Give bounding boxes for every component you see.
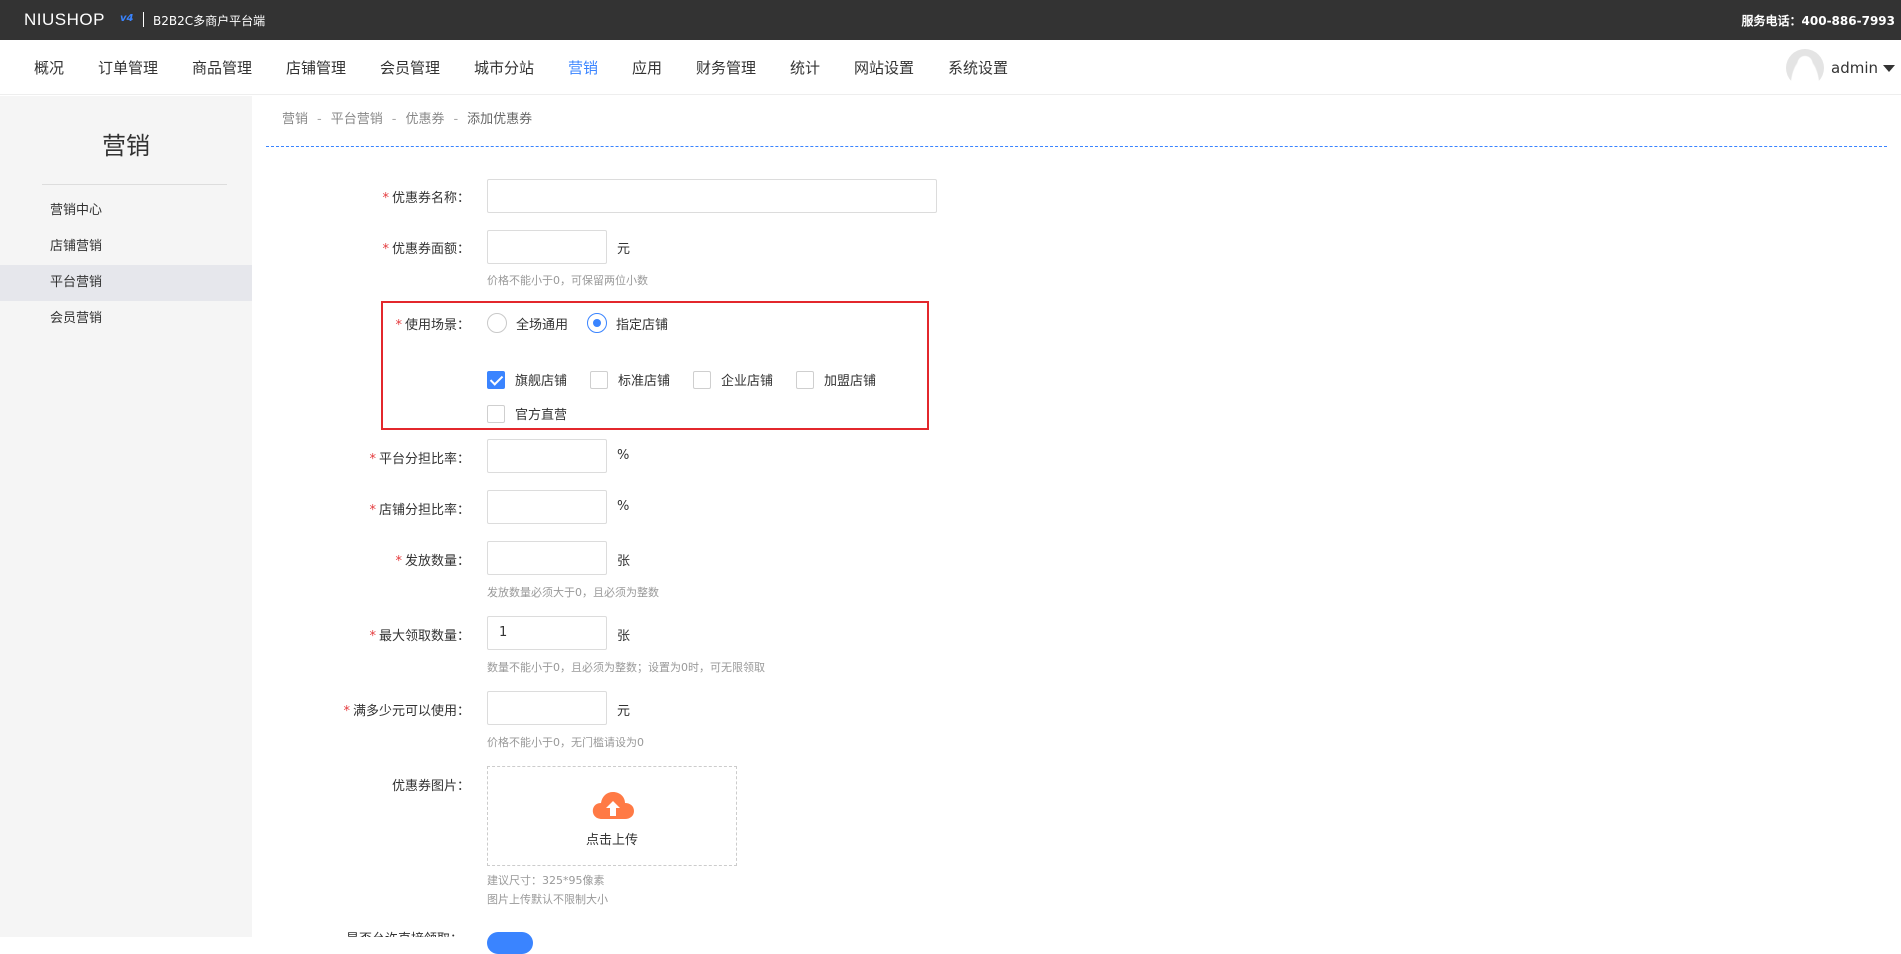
face-value-hint: 价格不能小于0，可保留两位小数 bbox=[487, 274, 648, 287]
min-spend-hint: 价格不能小于0，无门槛请设为0 bbox=[487, 736, 644, 749]
issue-count-hint: 发放数量必须大于0，且必须为整数 bbox=[487, 586, 659, 599]
header-divider bbox=[266, 146, 1887, 147]
min-spend-label: * 满多少元可以使用： bbox=[343, 704, 470, 719]
min-spend-input[interactable] bbox=[487, 691, 607, 725]
store-share-label: * 店铺分担比率： bbox=[369, 503, 470, 518]
checkbox-official-direct[interactable]: 官方直营 bbox=[487, 404, 567, 423]
cloud-upload-icon bbox=[592, 792, 634, 819]
checkbox-icon[interactable] bbox=[487, 404, 505, 423]
scene-label: * 使用场景： bbox=[395, 318, 470, 333]
issue-count-unit: 张 bbox=[617, 554, 631, 569]
image-upload-area[interactable]: 点击上传 bbox=[487, 766, 737, 866]
max-claim-label: * 最大领取数量： bbox=[369, 629, 470, 644]
user-menu[interactable]: admin bbox=[1786, 49, 1895, 87]
direct-claim-label: 是否允许直接领取： bbox=[346, 928, 463, 937]
sidebar-title: 营销 bbox=[102, 132, 150, 160]
logo[interactable]: NIUSHOP bbox=[24, 10, 105, 30]
main-nav: 概况 订单管理 商品管理 店铺管理 会员管理 城市分站 营销 应用 财务管理 统… bbox=[0, 40, 1901, 95]
nav-item-orders[interactable]: 订单管理 bbox=[98, 57, 158, 78]
nav-item-site-settings[interactable]: 网站设置 bbox=[854, 57, 914, 78]
nav-item-stats[interactable]: 统计 bbox=[790, 57, 820, 78]
image-limit-hint: 图片上传默认不限制大小 bbox=[487, 893, 608, 906]
radio-selected-icon[interactable] bbox=[587, 313, 607, 333]
platform-name: B2B2C多商户平台端 bbox=[153, 14, 266, 28]
upload-text: 点击上传 bbox=[585, 833, 638, 848]
avatar[interactable] bbox=[1786, 49, 1824, 87]
checkbox-checked-icon[interactable] bbox=[487, 370, 505, 389]
platform-share-unit: % bbox=[617, 448, 630, 463]
breadcrumb-item[interactable]: 营销 bbox=[282, 112, 308, 127]
direct-claim-toggle[interactable] bbox=[487, 932, 533, 954]
logo-divider bbox=[143, 12, 144, 27]
issue-count-label: * 发放数量： bbox=[395, 554, 470, 569]
nav-item-finance[interactable]: 财务管理 bbox=[696, 57, 756, 78]
nav-item-goods[interactable]: 商品管理 bbox=[192, 57, 252, 78]
face-value-unit: 元 bbox=[617, 242, 631, 257]
breadcrumb: 营销 - 平台营销 - 优惠券 - 添加优惠券 bbox=[282, 112, 533, 127]
checkbox-icon[interactable] bbox=[693, 370, 711, 389]
max-claim-unit: 张 bbox=[617, 629, 631, 644]
service-hotline: 服务电话：400-886-7993 bbox=[1741, 14, 1895, 28]
sidebar-item-platform-marketing[interactable]: 平台营销 bbox=[0, 265, 252, 301]
radio-specific-stores[interactable]: 指定店铺 bbox=[587, 313, 668, 333]
nav-item-members[interactable]: 会员管理 bbox=[380, 57, 440, 78]
checkbox-enterprise-store[interactable]: 企业店铺 bbox=[693, 370, 773, 389]
coupon-name-input[interactable] bbox=[487, 179, 937, 213]
radio-icon[interactable] bbox=[487, 313, 507, 333]
checkbox-flagship-store[interactable]: 旗舰店铺 bbox=[487, 370, 567, 389]
platform-share-input[interactable] bbox=[487, 439, 607, 473]
store-share-input[interactable] bbox=[487, 490, 607, 524]
nav-item-city-stations[interactable]: 城市分站 bbox=[474, 57, 534, 78]
nav-item-overview[interactable]: 概况 bbox=[34, 57, 64, 78]
face-value-label: * 优惠券面额： bbox=[382, 242, 470, 257]
user-name[interactable]: admin bbox=[1831, 59, 1878, 77]
nav-item-marketing[interactable]: 营销 bbox=[568, 57, 598, 78]
max-claim-hint: 数量不能小于0，且必须为整数；设置为0时，可无限领取 bbox=[487, 661, 765, 674]
breadcrumb-item[interactable]: 优惠券 bbox=[405, 112, 444, 127]
platform-share-label: * 平台分担比率： bbox=[369, 452, 470, 467]
store-share-unit: % bbox=[617, 499, 630, 514]
breadcrumb-current: 添加优惠券 bbox=[467, 112, 533, 127]
min-spend-unit: 元 bbox=[617, 704, 631, 719]
image-size-hint: 建议尺寸：325*95像素 bbox=[487, 874, 605, 887]
max-claim-input[interactable]: 1 bbox=[487, 616, 607, 650]
radio-all-stores[interactable]: 全场通用 bbox=[487, 313, 568, 333]
coupon-image-label: 优惠券图片： bbox=[391, 779, 470, 794]
nav-item-system-settings[interactable]: 系统设置 bbox=[948, 57, 1008, 78]
checkbox-standard-store[interactable]: 标准店铺 bbox=[590, 370, 670, 389]
logo-version: v4 bbox=[120, 13, 134, 24]
face-value-input[interactable] bbox=[487, 230, 607, 264]
chevron-down-icon[interactable] bbox=[1883, 64, 1895, 72]
checkbox-icon[interactable] bbox=[590, 370, 608, 389]
top-bar: NIUSHOP v4 B2B2C多商户平台端 服务电话：400-886-7993 bbox=[0, 0, 1901, 40]
nav-item-stores[interactable]: 店铺管理 bbox=[286, 57, 346, 78]
nav-item-apps[interactable]: 应用 bbox=[632, 57, 662, 78]
checkbox-icon[interactable] bbox=[796, 370, 814, 389]
sidebar-divider bbox=[42, 184, 227, 185]
breadcrumb-item[interactable]: 平台营销 bbox=[331, 112, 383, 127]
checkbox-franchise-store[interactable]: 加盟店铺 bbox=[796, 370, 876, 389]
issue-count-input[interactable] bbox=[487, 541, 607, 575]
coupon-name-label: * 优惠券名称： bbox=[382, 191, 470, 206]
